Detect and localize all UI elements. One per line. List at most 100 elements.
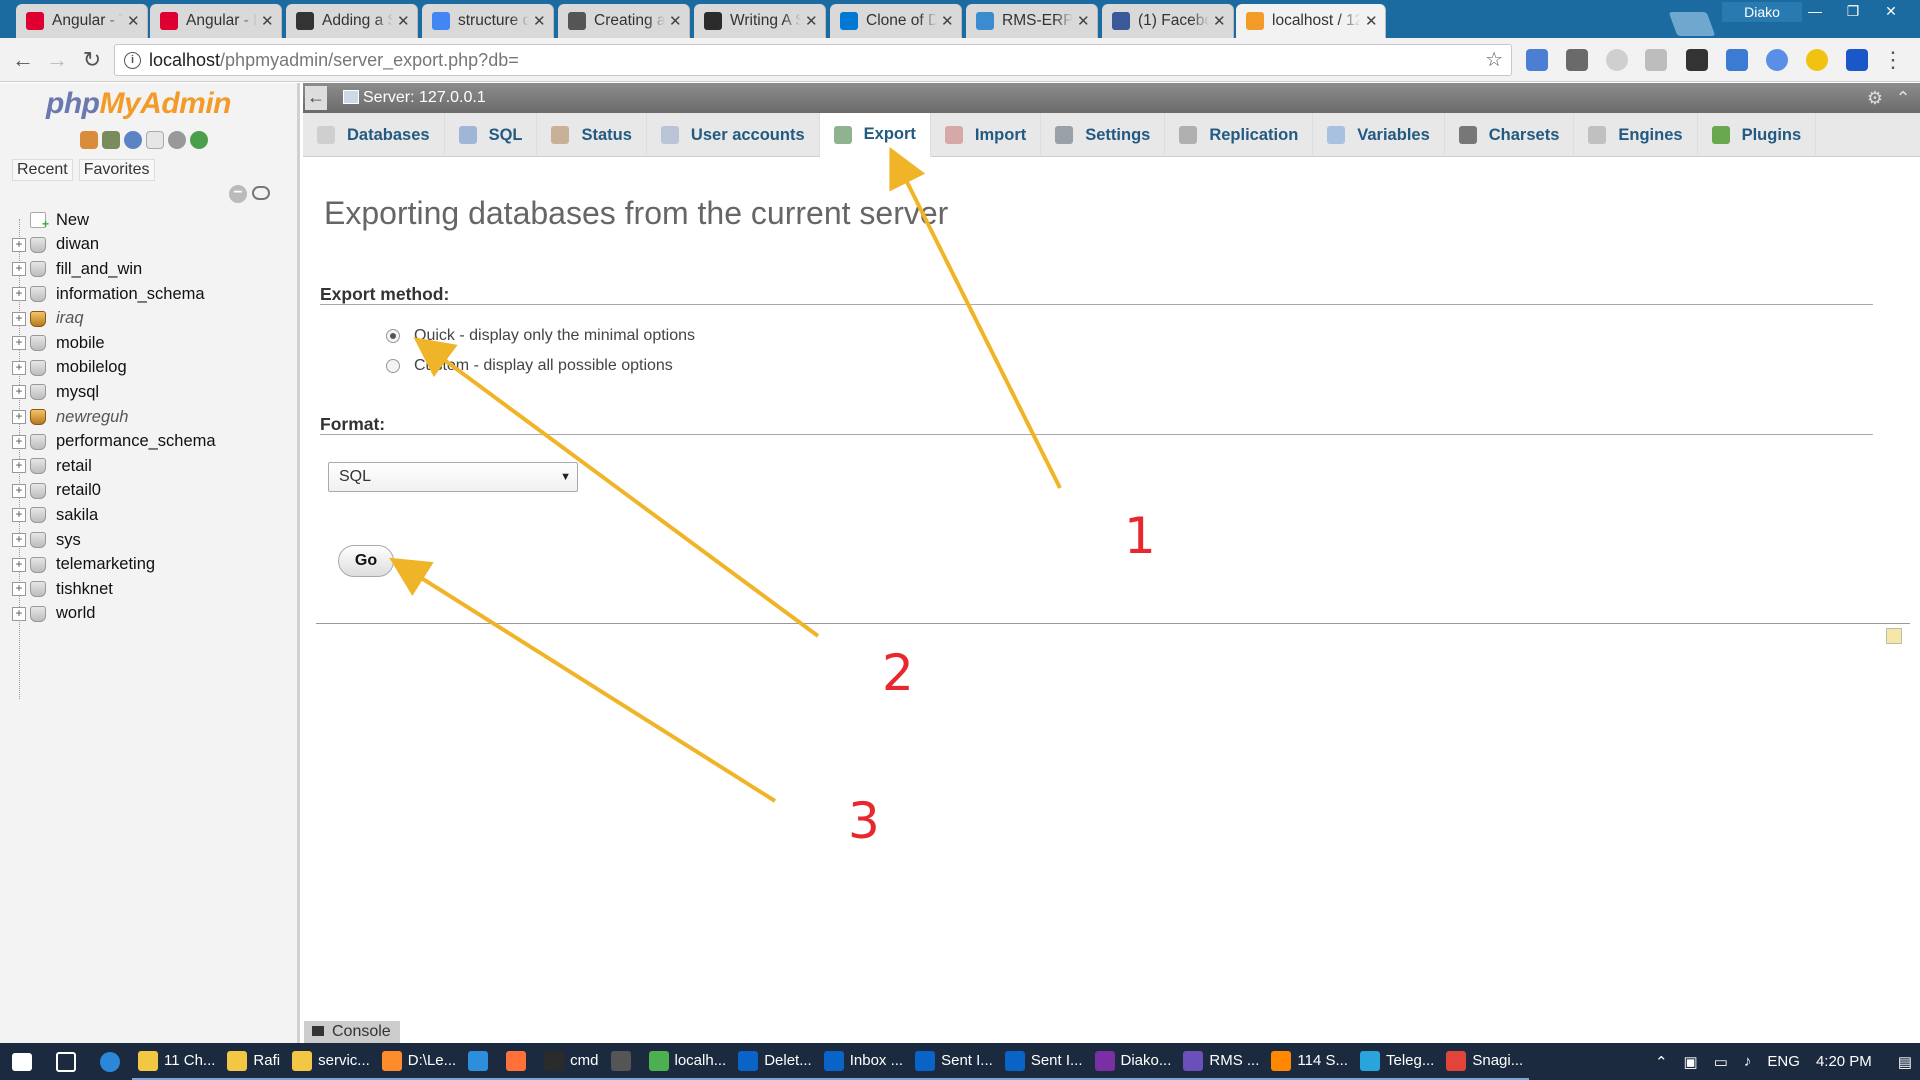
collapse-top-icon[interactable]: ⌃	[1893, 88, 1913, 108]
profile-button[interactable]: Diako	[1722, 2, 1802, 22]
database-icon[interactable]	[30, 261, 46, 278]
database-icon[interactable]	[30, 310, 46, 327]
extension-icon[interactable]	[1645, 49, 1667, 71]
tab-status[interactable]: Status	[537, 113, 647, 157]
database-icon[interactable]	[30, 581, 46, 598]
expand-icon[interactable]: +	[12, 606, 26, 621]
database-name[interactable]: fill_and_win	[56, 260, 142, 279]
server-breadcrumb[interactable]: Server: 127.0.0.1	[343, 89, 486, 107]
network-icon[interactable]: ▣	[1684, 1053, 1698, 1071]
taskbar-app[interactable]	[500, 1043, 539, 1080]
close-tab-icon[interactable]: ✕	[397, 12, 411, 30]
browser-tab[interactable]: RMS-ERP14✕	[966, 4, 1098, 38]
start-icon[interactable]	[0, 1043, 44, 1080]
browser-tab[interactable]: localhost / 12 ✕	[1236, 4, 1386, 38]
tab-import[interactable]: Import	[931, 113, 1042, 157]
database-tree-item[interactable]: + mysql	[12, 380, 297, 405]
database-name[interactable]: retail0	[56, 481, 101, 500]
database-name[interactable]: retail	[56, 457, 92, 476]
extension-icon[interactable]	[1806, 49, 1828, 71]
database-tree-item[interactable]: + telemarketing	[12, 552, 297, 577]
database-tree-item[interactable]: + newreguh	[12, 405, 297, 430]
close-tab-icon[interactable]: ✕	[941, 12, 955, 30]
browser-tab[interactable]: Angular - The✕	[16, 4, 148, 38]
taskbar-app[interactable]: cmd	[538, 1043, 605, 1080]
address-bar[interactable]: i localhost/phpmyadmin/server_export.php…	[114, 44, 1512, 76]
taskbar-app[interactable]: D:\Le...	[375, 1043, 463, 1080]
tab-engines[interactable]: Engines	[1574, 113, 1698, 157]
database-icon[interactable]	[30, 359, 46, 376]
tab-export[interactable]: Export	[819, 113, 931, 157]
reload-icon[interactable]: ↻	[79, 47, 105, 73]
taskbar-app[interactable]: Diako...	[1088, 1043, 1178, 1080]
expand-icon[interactable]: +	[12, 508, 26, 523]
browser-tab[interactable]: structure dire✕	[422, 4, 554, 38]
notifications-icon[interactable]: ▤	[1898, 1053, 1912, 1071]
database-icon[interactable]	[30, 335, 46, 352]
database-icon[interactable]	[30, 286, 46, 303]
expand-icon[interactable]: +	[12, 336, 26, 351]
close-tab-icon[interactable]: ✕	[127, 12, 141, 30]
taskbar-app[interactable]	[462, 1043, 501, 1080]
volume-icon[interactable]: ♪	[1744, 1053, 1752, 1070]
language-indicator[interactable]: ENG	[1767, 1053, 1800, 1070]
close-tab-icon[interactable]: ✕	[533, 12, 547, 30]
favorites-tab[interactable]: Favorites	[78, 159, 155, 181]
quick-radio[interactable]	[386, 329, 400, 343]
database-name[interactable]: mobilelog	[56, 358, 127, 377]
tab-databases[interactable]: Databases	[303, 113, 445, 157]
taskbar-app[interactable]: 11 Ch...	[132, 1043, 222, 1080]
tab-charsets[interactable]: Charsets	[1445, 113, 1575, 157]
extension-icon[interactable]	[1726, 49, 1748, 71]
database-icon[interactable]	[30, 433, 46, 450]
link-with-main-panel-icon[interactable]	[252, 186, 270, 200]
database-tree-item[interactable]: + retail0	[12, 479, 297, 504]
expand-icon[interactable]: +	[12, 483, 26, 498]
database-tree-item[interactable]: + fill_and_win	[12, 257, 297, 282]
extension-icon[interactable]	[1766, 49, 1788, 71]
expand-icon[interactable]: +	[12, 557, 26, 572]
expand-icon[interactable]: +	[12, 360, 26, 375]
database-name[interactable]: telemarketing	[56, 555, 155, 574]
close-tab-icon[interactable]: ✕	[669, 12, 683, 30]
tab-plugins[interactable]: Plugins	[1698, 113, 1817, 157]
taskbar-app[interactable]	[604, 1043, 643, 1080]
database-name[interactable]: tishknet	[56, 580, 113, 599]
database-name[interactable]: sys	[56, 531, 81, 550]
close-tab-icon[interactable]: ✕	[261, 12, 275, 30]
reload-nav-icon[interactable]	[190, 131, 208, 149]
browser-tab[interactable]: Creating a St✕	[558, 4, 690, 38]
extension-icon[interactable]	[1846, 49, 1868, 71]
database-name[interactable]: newreguh	[56, 408, 128, 427]
expand-icon[interactable]: +	[12, 410, 26, 425]
database-tree-item[interactable]: + mobile	[12, 331, 297, 356]
collapse-all-icon[interactable]: −	[229, 185, 247, 203]
expand-icon[interactable]: +	[12, 237, 26, 252]
tab-variables[interactable]: Variables	[1313, 113, 1445, 157]
custom-radio-option[interactable]: Custom - display all possible options	[386, 357, 673, 375]
database-name[interactable]: mobile	[56, 334, 105, 353]
database-tree-item[interactable]: + sakila	[12, 503, 297, 528]
eyedropper-extension-icon[interactable]	[1566, 49, 1588, 71]
database-name[interactable]: mysql	[56, 383, 99, 402]
browser-tab[interactable]: Clone of Dasl✕	[830, 4, 962, 38]
browser-tab[interactable]: Adding a Ser✕	[286, 4, 418, 38]
settings-gear-icon[interactable]	[168, 131, 186, 149]
expand-icon[interactable]: +	[12, 533, 26, 548]
taskbar-app[interactable]: Inbox ...	[817, 1043, 910, 1080]
database-name[interactable]: sakila	[56, 506, 98, 525]
database-tree-item[interactable]: + sys	[12, 528, 297, 553]
database-tree-item[interactable]: + world	[12, 602, 297, 627]
menu-icon[interactable]: ⋮	[1880, 47, 1906, 73]
database-icon[interactable]	[30, 556, 46, 573]
tab-settings[interactable]: Settings	[1041, 113, 1166, 157]
forward-icon[interactable]: →	[44, 47, 70, 73]
database-tree-item[interactable]: + mobilelog	[12, 356, 297, 381]
page-settings-icon[interactable]: ⚙	[1865, 88, 1885, 108]
taskbar-app[interactable]: 114 S...	[1265, 1043, 1354, 1080]
tab-user-accounts[interactable]: User accounts	[647, 113, 820, 157]
browser-tab[interactable]: Writing A Str✕	[694, 4, 826, 38]
close-window-icon[interactable]: ✕	[1872, 0, 1910, 22]
taskbar-app[interactable]: RMS ...	[1177, 1043, 1266, 1080]
logout-icon[interactable]	[102, 131, 120, 149]
